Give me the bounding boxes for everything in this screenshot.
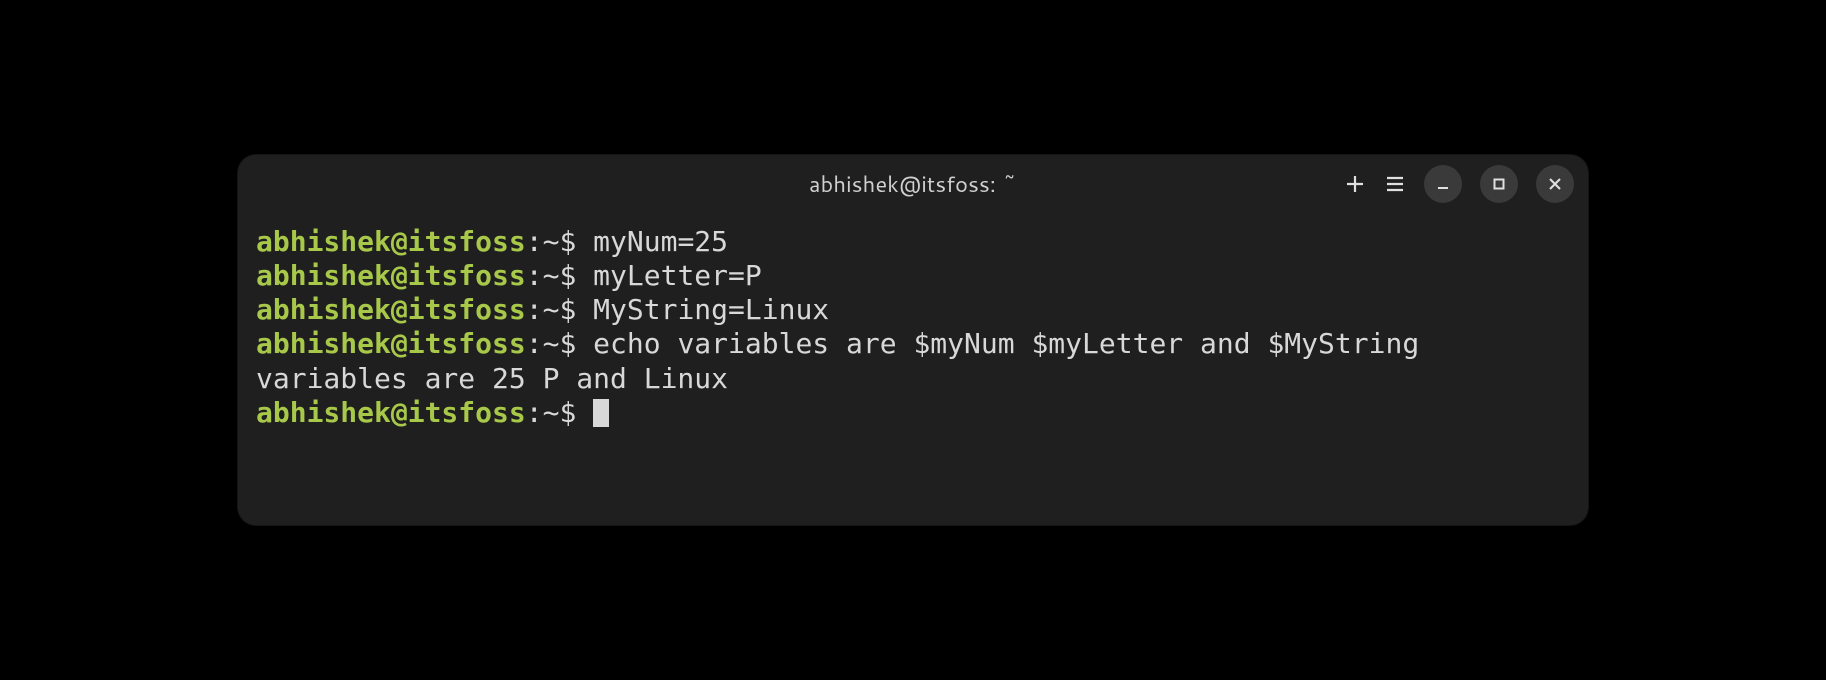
command-text: myNum=25 [593,225,728,258]
command-text: myLetter=P [593,259,762,292]
prompt-path: ~ [543,327,560,360]
prompt-path: ~ [543,225,560,258]
prompt-separator: : [526,327,543,360]
prompt-symbol: $ [559,396,593,429]
terminal-line: abhishek@itsfoss:~$ echo variables are $… [256,327,1570,361]
command-text: echo variables are $myNum $myLetter and … [593,327,1419,360]
close-icon [1547,176,1563,192]
terminal-line: abhishek@itsfoss:~$ myLetter=P [256,259,1570,293]
prompt-separator: : [526,225,543,258]
titlebar: abhishek@itsfoss: ~ [238,155,1588,213]
prompt-separator: : [526,259,543,292]
hamburger-icon [1384,173,1406,195]
prompt-separator: : [526,293,543,326]
maximize-button[interactable] [1480,165,1518,203]
close-button[interactable] [1536,165,1574,203]
prompt-symbol: $ [559,327,593,360]
terminal-line: abhishek@itsfoss:~$ MyString=Linux [256,293,1570,327]
maximize-icon [1491,176,1507,192]
prompt-user-host: abhishek@itsfoss [256,225,526,258]
prompt-symbol: $ [559,293,593,326]
prompt-path: ~ [543,396,560,429]
prompt-symbol: $ [559,225,593,258]
terminal-line: abhishek@itsfoss:~$ [256,396,1570,430]
minimize-button[interactable] [1424,165,1462,203]
window-title: abhishek@itsfoss: ~ [809,169,1017,200]
terminal-body[interactable]: abhishek@itsfoss:~$ myNum=25abhishek@its… [238,213,1588,525]
prompt-user-host: abhishek@itsfoss [256,396,526,429]
menu-button[interactable] [1384,173,1406,195]
prompt-user-host: abhishek@itsfoss [256,327,526,360]
terminal-line: variables are 25 P and Linux [256,362,1570,396]
command-text: MyString=Linux [593,293,829,326]
output-text: variables are 25 P and Linux [256,362,728,395]
prompt-user-host: abhishek@itsfoss [256,259,526,292]
minimize-icon [1435,176,1451,192]
prompt-path: ~ [543,293,560,326]
plus-icon [1344,173,1366,195]
prompt-separator: : [526,396,543,429]
new-tab-button[interactable] [1344,173,1366,195]
prompt-path: ~ [543,259,560,292]
prompt-user-host: abhishek@itsfoss [256,293,526,326]
terminal-line: abhishek@itsfoss:~$ myNum=25 [256,225,1570,259]
titlebar-controls [1344,165,1574,203]
terminal-window: abhishek@itsfoss: ~ [238,155,1588,525]
prompt-symbol: $ [559,259,593,292]
cursor [593,399,609,427]
